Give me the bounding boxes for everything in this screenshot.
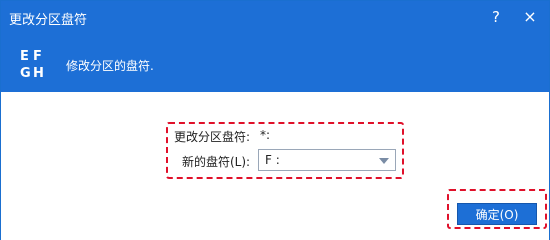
- dropdown-arrow-icon[interactable]: [379, 158, 389, 164]
- help-button[interactable]: ?: [486, 6, 506, 28]
- ok-button[interactable]: 确定(O): [457, 203, 537, 225]
- header-description: 修改分区的盘符.: [66, 59, 154, 73]
- current-drive-letter-value: *:: [260, 128, 271, 142]
- drive-letters-icon: E F G H: [20, 49, 44, 81]
- title-bar[interactable]: 更改分区盘符 ? ×: [1, 1, 549, 34]
- window-title: 更改分区盘符: [9, 13, 88, 28]
- close-button[interactable]: ×: [519, 6, 541, 28]
- dialog-body: 更改分区盘符: *: 新的盘符(L): F : 确定(O): [1, 92, 549, 240]
- logo-letter-e: E: [20, 49, 29, 64]
- logo-letter-h: H: [33, 66, 44, 81]
- change-drive-letter-label: 更改分区盘符:: [174, 130, 251, 144]
- new-drive-letter-select[interactable]: F :: [258, 149, 396, 171]
- new-drive-letter-label: 新的盘符(L):: [182, 155, 251, 169]
- logo-letter-f: F: [33, 49, 42, 64]
- logo-letter-g: G: [20, 66, 31, 81]
- dialog-header: E F G H 修改分区的盘符.: [1, 34, 549, 92]
- new-drive-letter-value: F :: [265, 153, 280, 167]
- change-drive-letter-dialog: 更改分区盘符 ? × E F G H 修改分区的盘符. 更改分区盘符: *: 新…: [0, 0, 550, 240]
